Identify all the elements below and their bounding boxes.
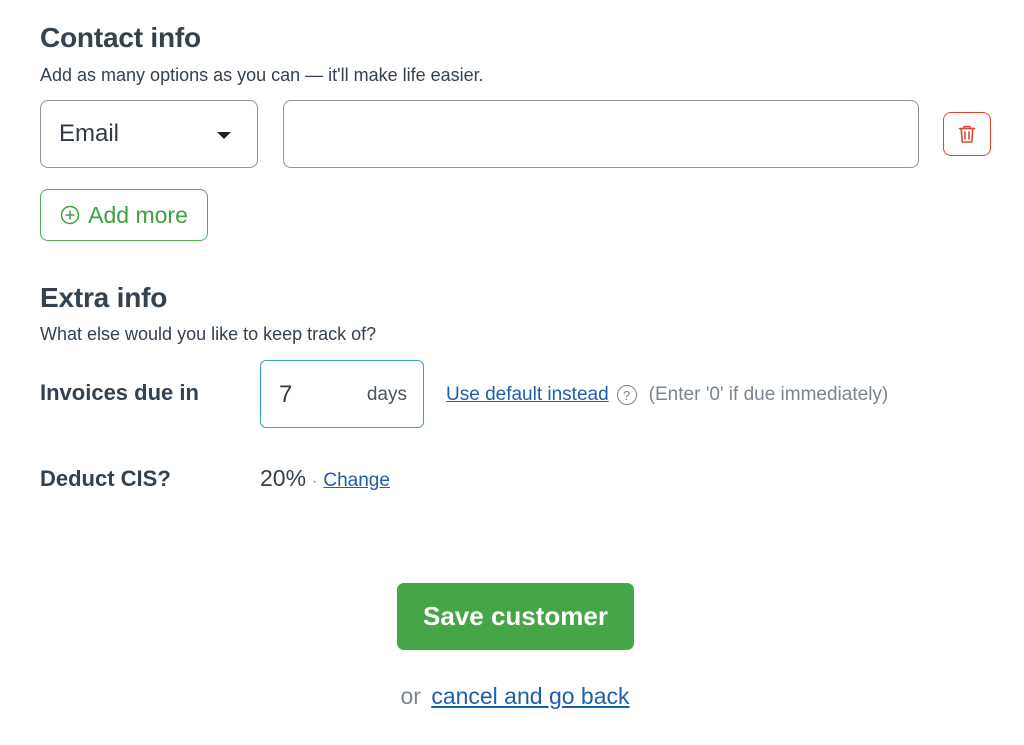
invoices-due-help-row: Use default instead ? (Enter '0' if due … <box>446 384 888 406</box>
extra-info-heading: Extra info <box>40 282 168 313</box>
invoices-due-input[interactable]: 7 days <box>260 360 424 428</box>
deduct-cis-separator: · <box>312 473 318 490</box>
extra-info-subtitle: What else would you like to keep track o… <box>40 324 377 344</box>
invoices-due-hint: (Enter '0' if due immediately) <box>648 384 889 405</box>
delete-contact-button[interactable] <box>943 112 991 156</box>
invoices-due-unit: days <box>366 384 407 405</box>
cancel-link[interactable]: cancel and go back <box>431 683 629 709</box>
contact-type-select[interactable]: Email <box>40 100 258 168</box>
deduct-cis-label: Deduct CIS? <box>40 466 171 491</box>
deduct-cis-value: 20% <box>260 465 307 491</box>
invoices-due-label: Invoices due in <box>40 380 199 405</box>
caret-down-icon <box>217 132 231 139</box>
deduct-cis-row: 20% · Change <box>260 465 390 492</box>
add-more-button[interactable]: Add more <box>40 189 208 241</box>
or-text: or <box>400 683 421 709</box>
plus-circle-icon <box>60 205 80 225</box>
invoices-due-value: 7 <box>279 381 293 408</box>
contact-info-heading: Contact info <box>40 22 201 53</box>
trash-icon <box>958 125 976 143</box>
contact-info-subtitle: Add as many options as you can — it'll m… <box>40 65 484 85</box>
question-circle-icon[interactable]: ? <box>616 385 637 405</box>
save-customer-button[interactable]: Save customer <box>397 583 634 650</box>
use-default-link[interactable]: Use default instead <box>446 384 609 406</box>
contact-type-value: Email <box>59 120 120 147</box>
change-cis-link[interactable]: Change <box>323 470 390 492</box>
add-more-label: Add more <box>88 201 188 228</box>
contact-value-input[interactable] <box>283 100 919 168</box>
cancel-row: or cancel and go back <box>0 683 1024 710</box>
